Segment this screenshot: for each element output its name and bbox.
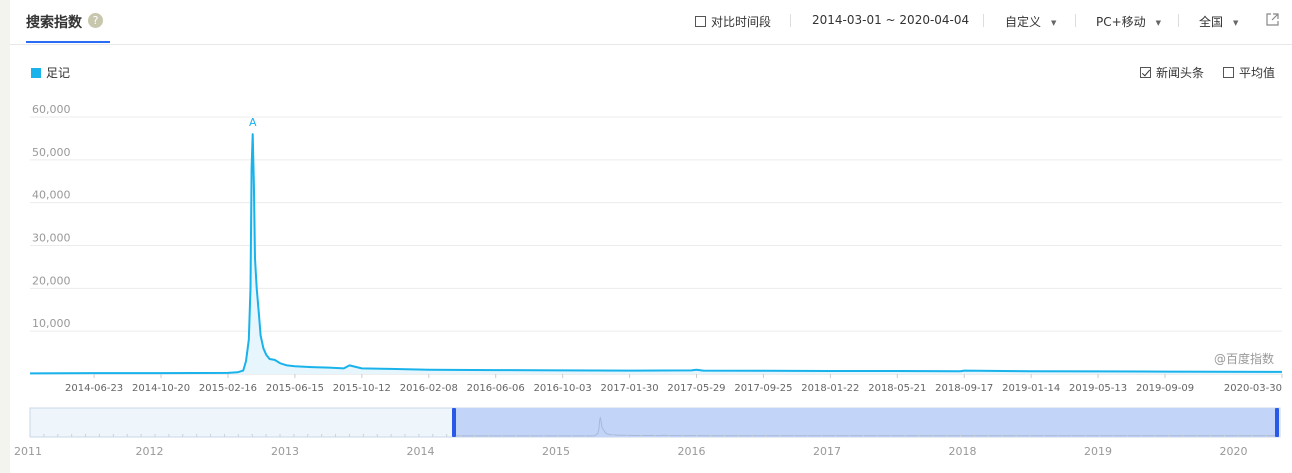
y-tick-label: 60,000 — [32, 103, 71, 116]
x-tick-label: 2019-05-13 — [1069, 383, 1127, 394]
x-tick-label: 2019-09-09 — [1136, 383, 1194, 394]
x-tick-label: 2017-01-30 — [601, 383, 659, 394]
y-tick-label: 20,000 — [32, 274, 71, 287]
x-tick-label: 2016-06-06 — [467, 383, 525, 394]
x-tick-label: 2016-10-03 — [534, 383, 592, 394]
x-tick-label: 2015-02-16 — [199, 383, 257, 394]
x-tick-label: 2017-05-29 — [667, 383, 725, 394]
navigator-year-label: 2013 — [271, 445, 299, 458]
x-tick-label: 2015-06-15 — [266, 383, 324, 394]
navigator-year-label: 2015 — [542, 445, 570, 458]
navigator-year-label: 2019 — [1084, 445, 1112, 458]
navigator-year-label: 2011 — [14, 445, 42, 458]
navigator-year-label: 2017 — [813, 445, 841, 458]
x-tick-label: 2014-06-23 — [65, 383, 123, 394]
x-tick-label: 2018-09-17 — [935, 383, 993, 394]
x-tick-label: 2016-02-08 — [400, 383, 458, 394]
y-tick-label: 40,000 — [32, 189, 71, 202]
series-line — [29, 133, 1282, 375]
x-tick-label: 2018-05-21 — [868, 383, 926, 394]
navigator-year-label: 2020 — [1220, 445, 1248, 458]
x-tick-label: 2020-03-30 — [1224, 383, 1282, 394]
navigator-year-label: 2016 — [678, 445, 706, 458]
search-index-chart: 10,000 20,000 30,000 40,000 50,000 60,000 A 201… — [14, 103, 1283, 458]
watermark: @百度指数 — [1214, 351, 1274, 366]
navigator-right-handle — [1275, 408, 1279, 437]
x-tick-label: 2014-10-20 — [132, 383, 190, 394]
x-tick-label: 2018-01-22 — [801, 383, 859, 394]
x-tick-label: 2017-09-25 — [734, 383, 792, 394]
series-area — [30, 134, 1282, 374]
navigator-selection — [454, 408, 1277, 437]
navigator-year-label: 2014 — [407, 445, 435, 458]
x-tick-label: 2015-10-12 — [333, 383, 391, 394]
y-tick-label: 50,000 — [32, 146, 71, 159]
navigator-year-label: 2012 — [136, 445, 164, 458]
y-tick-label: 30,000 — [32, 232, 71, 245]
navigator-year-label: 2018 — [949, 445, 977, 458]
navigator-left-handle — [452, 408, 456, 437]
y-tick-label: 10,000 — [32, 317, 71, 330]
x-tick-label: 2019-01-14 — [1002, 383, 1060, 394]
peak-marker-label: A — [249, 116, 257, 129]
